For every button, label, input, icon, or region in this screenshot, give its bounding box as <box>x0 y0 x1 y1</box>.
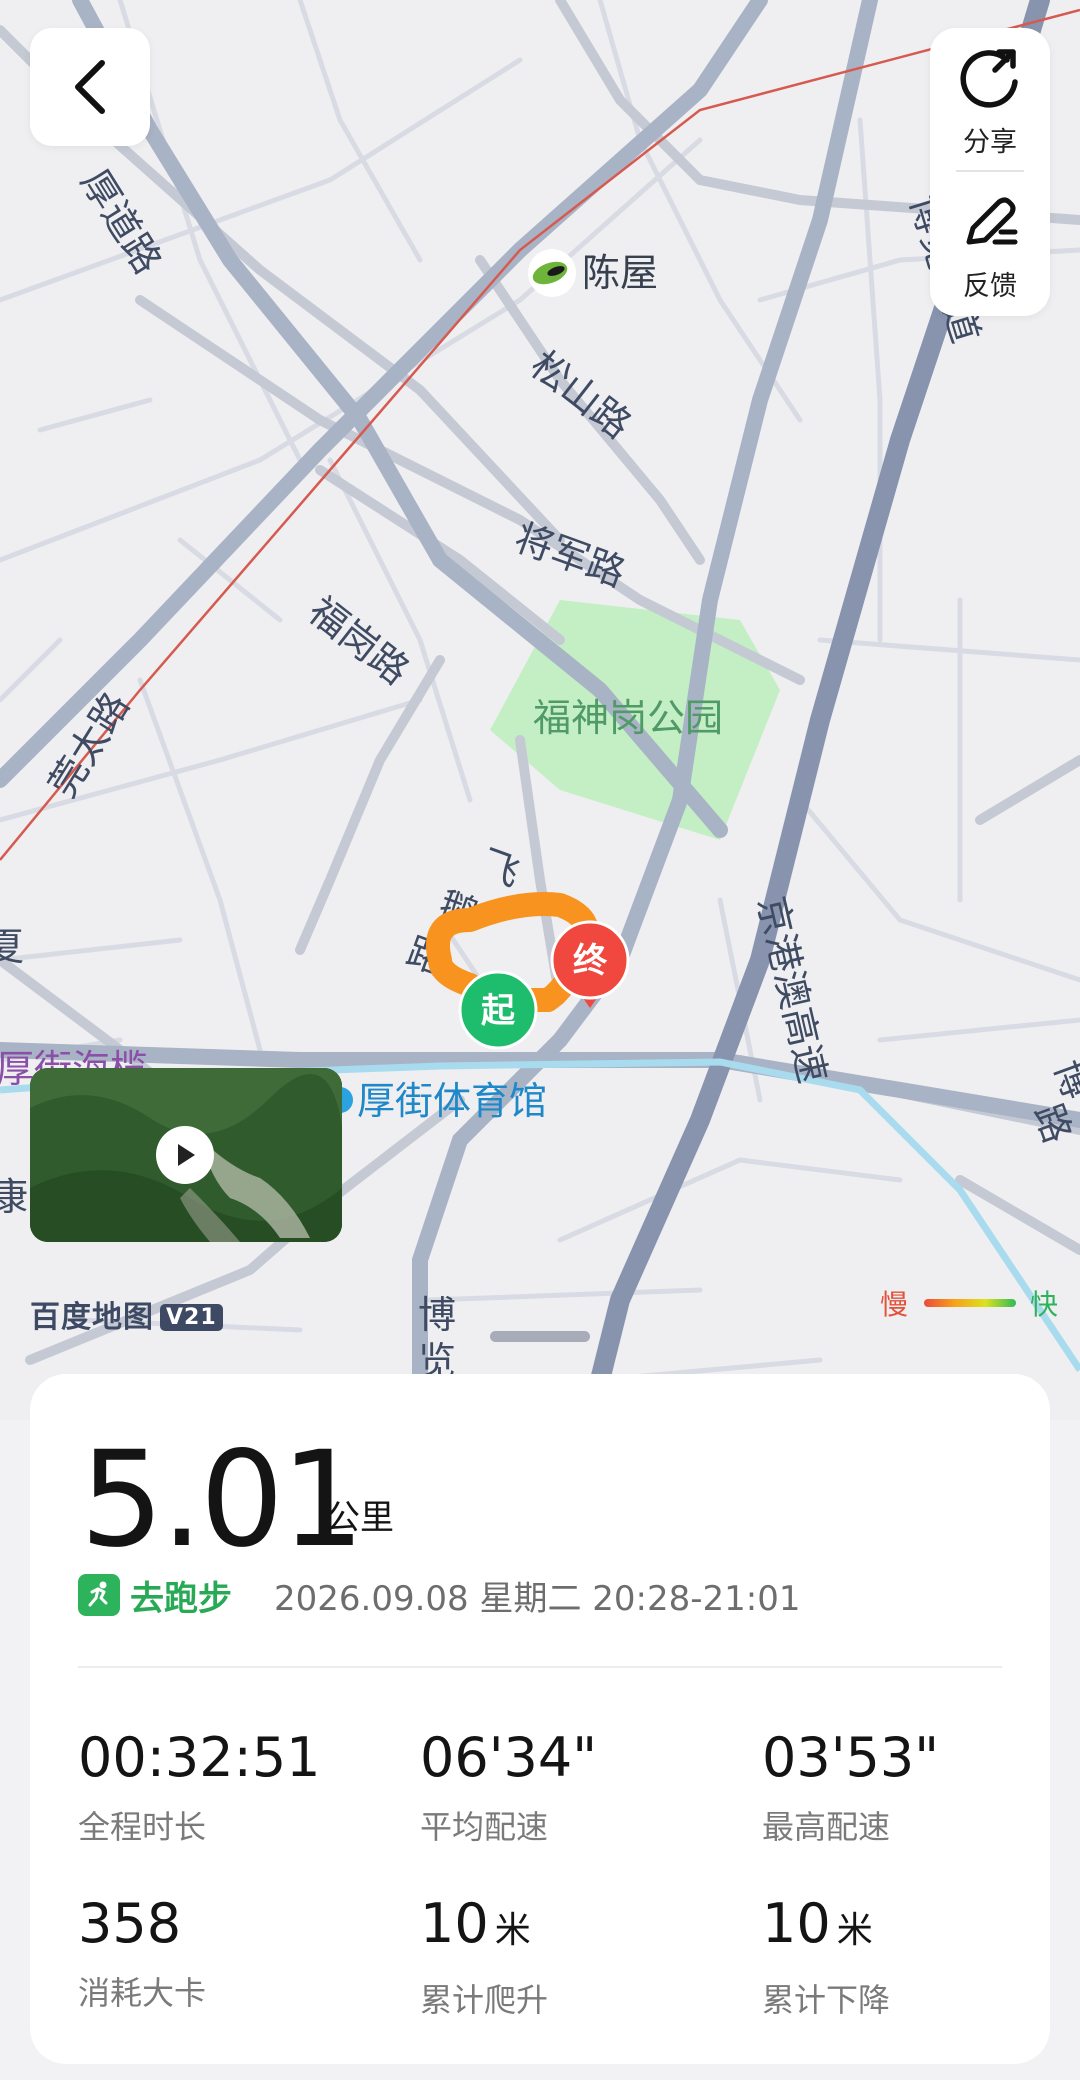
stat-duration-label: 全程时长 <box>78 1808 207 1846</box>
activity-datetime: 2026.09.08 星期二 20:28-21:01 <box>274 1578 801 1619</box>
stat-ascent: 10 米 累计爬升 <box>420 1892 720 2021</box>
pace-gradient-bar <box>924 1299 1016 1307</box>
route-video-thumbnail[interactable] <box>30 1068 342 1242</box>
map-label-fei: 飞 <box>475 841 526 895</box>
map-label-xia: 夏 <box>0 925 24 969</box>
map-label-jinggangao-expressway: 京港澳高速 <box>749 892 835 1087</box>
stat-duration: 00:32:51 全程时长 <box>78 1726 378 1848</box>
start-marker-label: 起 <box>481 991 516 1031</box>
stat-calories-label: 消耗大卡 <box>78 1974 207 2012</box>
stat-descent: 10 米 累计下降 <box>762 1892 1062 2021</box>
share-button[interactable]: 分享 <box>930 42 1050 159</box>
map-label-jiangjun-road: 将军路 <box>509 515 631 595</box>
map-label-bo: 博 <box>418 1293 456 1337</box>
stat-calories-value: 358 <box>78 1892 182 1955</box>
map-provider-name: 百度地图 <box>30 1300 154 1335</box>
stat-descent-value: 10 <box>762 1892 831 1955</box>
stat-best-pace-value: 03'53" <box>762 1726 940 1789</box>
edit-pencil-icon <box>966 197 1018 245</box>
distance-value: 5.01 <box>80 1423 365 1577</box>
end-marker-label: 终 <box>573 941 608 981</box>
map-label-songshan-road: 松山路 <box>522 342 639 447</box>
stat-ascent-unit: 米 <box>494 1910 531 1951</box>
start-marker: 起 <box>458 970 538 1050</box>
stat-descent-unit: 米 <box>836 1910 873 1951</box>
back-button[interactable] <box>30 28 150 146</box>
feedback-label: 反馈 <box>963 271 1017 302</box>
stat-calories: 358 消耗大卡 <box>78 1892 378 2014</box>
pace-legend-fast: 快 <box>1029 1288 1058 1321</box>
map-label-fushengang-park: 福神岗公园 <box>533 696 723 740</box>
stat-avg-pace-value: 06'34" <box>420 1726 598 1789</box>
sheet-drag-handle[interactable] <box>490 1331 590 1342</box>
map-label-kang: 康 <box>0 1175 28 1219</box>
play-icon <box>178 1144 195 1166</box>
stat-ascent-value: 10 <box>420 1892 489 1955</box>
pace-legend: 慢 快 <box>880 1283 1058 1323</box>
share-icon <box>960 49 1018 108</box>
activity-type-label: 去跑步 <box>130 1578 232 1619</box>
route-map[interactable]: 厚道路 陈屋 松山路 博览大道 将军路 福岗路 莞太路 福神岗公园 飞 鹅 路 … <box>0 0 1080 1420</box>
stat-avg-pace: 06'34" 平均配速 <box>420 1726 720 1848</box>
map-label-chenwu: 陈屋 <box>582 251 658 295</box>
map-label-houjie-stadium: 厚街体育馆 <box>357 1079 547 1123</box>
stat-best-pace: 03'53" 最高配速 <box>762 1726 1062 1848</box>
running-icon <box>78 1574 120 1616</box>
share-label: 分享 <box>963 127 1017 158</box>
map-label-bo-right: 博 <box>1046 1054 1080 1105</box>
map-toolbar: 分享 反馈 <box>930 28 1050 316</box>
stat-duration-value: 00:32:51 <box>78 1726 321 1789</box>
pace-legend-slow: 慢 <box>880 1288 909 1321</box>
distance-unit: 公里 <box>326 1498 394 1538</box>
map-provider-version: V21 <box>160 1304 223 1331</box>
stat-descent-label: 累计下降 <box>762 1981 891 2019</box>
stat-avg-pace-label: 平均配速 <box>420 1808 549 1846</box>
chenwu-poi-icon <box>528 249 576 297</box>
back-chevron-icon <box>75 60 105 114</box>
stat-best-pace-label: 最高配速 <box>762 1808 891 1846</box>
map-provider-watermark: 百度地图 V21 <box>30 1292 223 1336</box>
toolbar-divider <box>956 170 1024 172</box>
feedback-button[interactable]: 反馈 <box>930 192 1050 303</box>
workout-summary-card: 5.01 公里 去跑步 2026.09.08 星期二 20:28-21:01 0… <box>30 1374 1050 2064</box>
card-divider <box>78 1666 1002 1668</box>
play-button[interactable] <box>156 1126 214 1184</box>
stat-ascent-label: 累计爬升 <box>420 1981 549 2019</box>
activity-info-row: 去跑步 2026.09.08 星期二 20:28-21:01 <box>78 1572 801 1619</box>
